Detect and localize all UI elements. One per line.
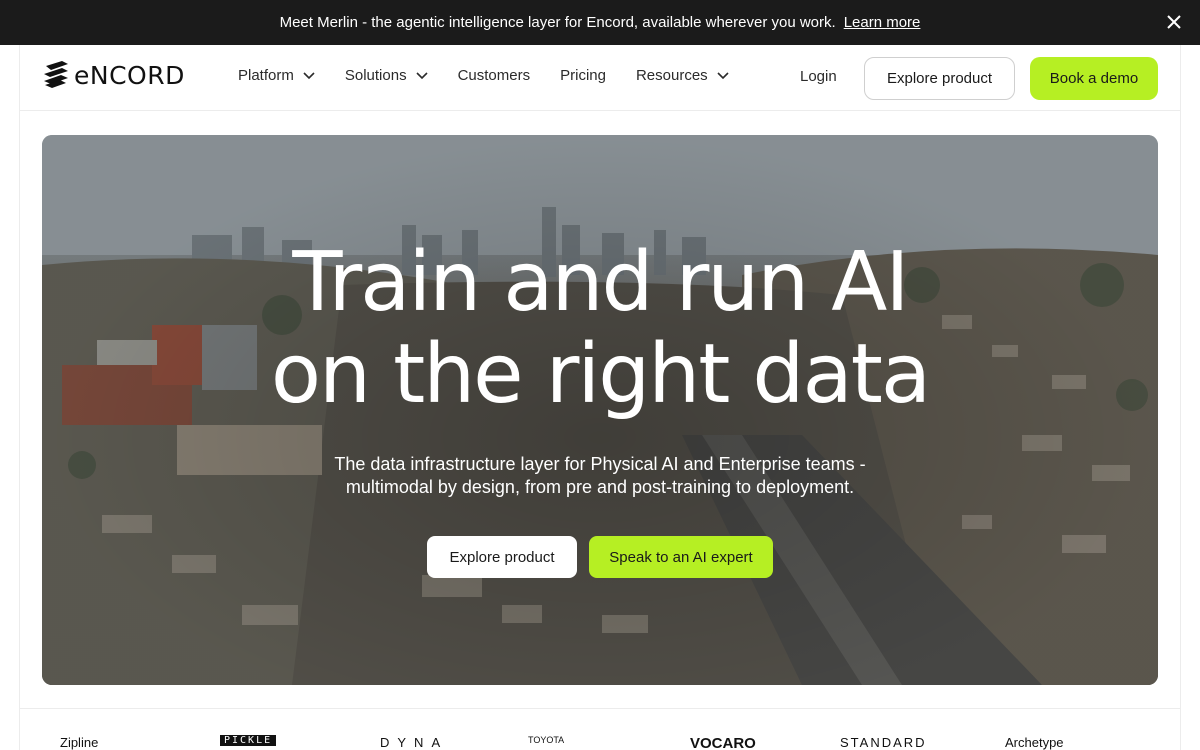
top-navigation: eNCORD Platform Solutions Customers Pric… — [20, 45, 1180, 111]
menu-item-solutions[interactable]: Solutions — [345, 67, 428, 84]
menu-item-platform[interactable]: Platform — [238, 67, 315, 84]
logos-divider — [20, 708, 1180, 709]
customer-logo-zipline: Zipline — [60, 735, 99, 750]
chevron-down-icon — [717, 71, 729, 79]
menu-item-label: Platform — [238, 67, 294, 84]
encord-logo-icon — [44, 61, 68, 88]
hero-subtitle: The data infrastructure layer for Physic… — [42, 453, 1158, 499]
announcement-message: Meet Merlin - the agentic intelligence l… — [279, 14, 836, 31]
customer-logo-archetype: Archetype — [1005, 735, 1064, 750]
explore-product-button[interactable]: Explore product — [864, 57, 1015, 100]
menu-item-label: Solutions — [344, 67, 407, 84]
menu-item-label: Pricing — [560, 67, 606, 84]
customer-logos-strip: Zipline PICKLE DYNA TOYOTA VOCARO STANDA… — [0, 735, 1200, 750]
learn-more-link[interactable]: Learn more — [844, 14, 921, 31]
customer-logo-vocaro: VOCARO — [690, 735, 756, 750]
announcement-bar: Meet Merlin - the agentic intelligence l… — [0, 0, 1200, 45]
hero-title-line-1: Train and run AI — [292, 235, 909, 330]
customer-logo-toyota: TOYOTA — [528, 735, 565, 745]
menu-item-label: Customers — [457, 67, 531, 84]
customer-logo-pickle: PICKLE — [220, 735, 277, 746]
close-icon[interactable] — [1164, 12, 1184, 32]
hero-explore-product-button[interactable]: Explore product — [427, 536, 577, 578]
menu-item-resources[interactable]: Resources — [636, 67, 729, 84]
book-demo-button[interactable]: Book a demo — [1030, 57, 1158, 100]
encord-logo[interactable]: eNCORD — [42, 59, 185, 91]
hero-subtitle-line-1: The data infrastructure layer for Physic… — [334, 454, 866, 474]
main-menu: Platform Solutions Customers Pricing Res… — [238, 67, 759, 84]
speak-to-expert-button[interactable]: Speak to an AI expert — [589, 536, 773, 578]
frame-divider-right — [1180, 45, 1181, 750]
frame-divider-left — [19, 45, 20, 750]
brand-name: eNCORD — [74, 60, 185, 90]
hero-section: Train and run AI on the right data The d… — [42, 135, 1158, 685]
chevron-down-icon — [303, 71, 315, 79]
menu-item-customers[interactable]: Customers — [458, 67, 531, 84]
customer-logo-standard: STANDARD — [840, 735, 927, 750]
hero-subtitle-line-2: multimodal by design, from pre and post-… — [345, 477, 855, 497]
hero-title-line-2: on the right data — [270, 327, 931, 422]
chevron-down-icon — [416, 71, 428, 79]
customer-logo-dyna: DYNA — [380, 735, 449, 750]
hero-title: Train and run AI on the right data — [42, 237, 1158, 421]
menu-item-label: Resources — [635, 67, 708, 84]
login-link[interactable]: Login — [800, 68, 837, 85]
menu-item-pricing[interactable]: Pricing — [560, 67, 606, 84]
